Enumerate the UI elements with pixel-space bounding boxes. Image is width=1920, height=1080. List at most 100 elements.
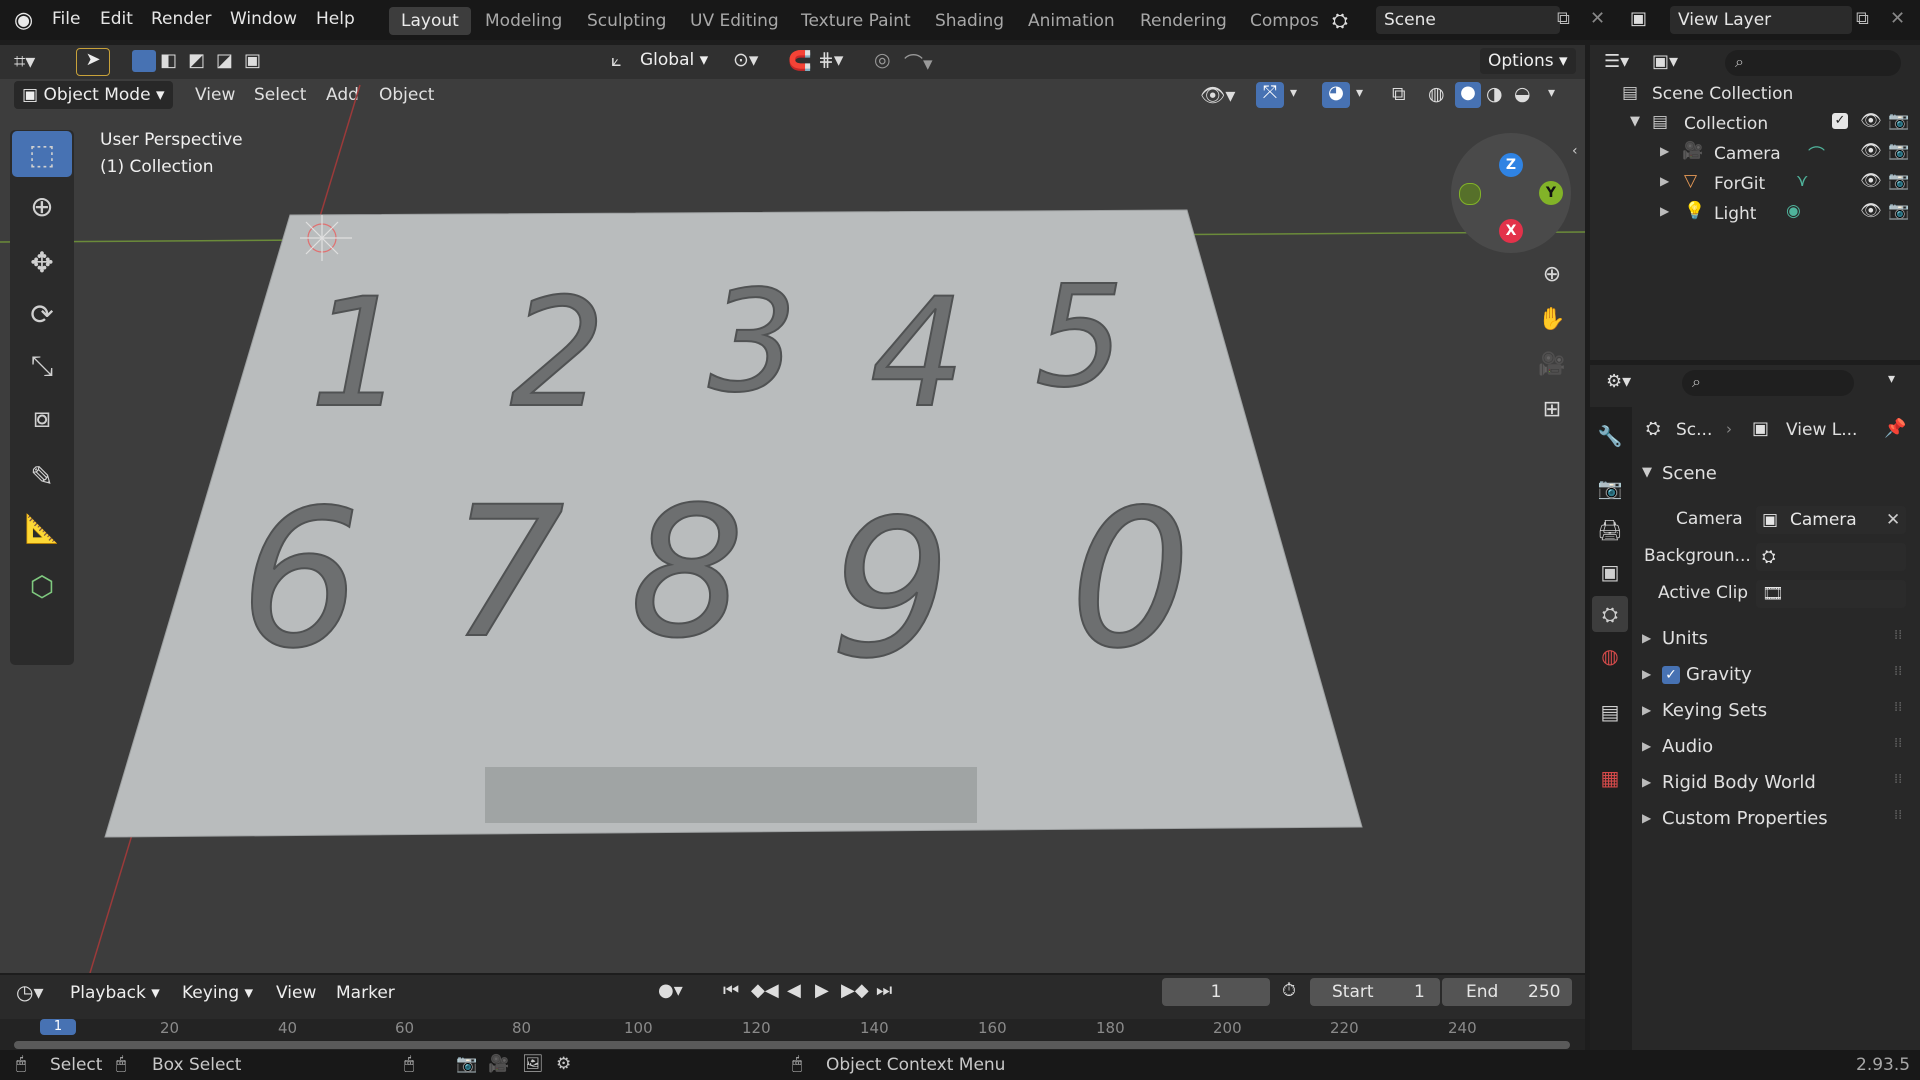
- jump-start-button[interactable]: ⏮: [723, 980, 739, 1001]
- outliner-item-forgit[interactable]: ForGit: [1714, 174, 1765, 194]
- output-tab-icon[interactable]: 🖨: [1592, 512, 1628, 548]
- menu-render[interactable]: Render: [151, 9, 212, 29]
- record-button[interactable]: ●▾: [658, 980, 683, 1001]
- expand-camera-icon[interactable]: ▶: [1660, 144, 1669, 158]
- start-frame-field[interactable]: Start 1: [1310, 978, 1440, 1006]
- cursor-tool-button[interactable]: ⊕: [12, 183, 72, 229]
- keying-sets-expand-icon[interactable]: ▶: [1642, 703, 1651, 717]
- timeline-editor-type-icon[interactable]: ◷▾: [16, 980, 44, 1004]
- tab-sculpting[interactable]: Sculpting: [575, 7, 678, 35]
- tab-uv-editing[interactable]: UV Editing: [678, 7, 791, 35]
- outliner-editor-type-icon[interactable]: ☰▾: [1604, 51, 1629, 72]
- play-reverse-button[interactable]: ◀: [787, 980, 801, 1001]
- rigid-body-drag-handle-icon[interactable]: ⁞⁞: [1894, 772, 1902, 787]
- playhead-frame-badge[interactable]: 1: [40, 1019, 76, 1035]
- camera-property-field[interactable]: ▣ Camera ✕: [1756, 506, 1906, 534]
- expand-light-icon[interactable]: ▶: [1660, 204, 1669, 218]
- gravity-drag-handle-icon[interactable]: ⁞⁞: [1894, 664, 1902, 679]
- custom-props-drag-handle-icon[interactable]: ⁞⁞: [1894, 808, 1902, 823]
- rigid-body-world-section[interactable]: Rigid Body World: [1662, 772, 1816, 793]
- view-layer-icon[interactable]: ▣: [1630, 8, 1647, 29]
- world-tab-icon[interactable]: ◍: [1592, 638, 1628, 674]
- custom-properties-section[interactable]: Custom Properties: [1662, 808, 1828, 829]
- expand-forgit-icon[interactable]: ▶: [1660, 174, 1669, 188]
- expand-collection-icon[interactable]: ▼: [1630, 114, 1640, 129]
- camera-render-icon[interactable]: 📷: [1888, 141, 1909, 161]
- ortho-toggle-button[interactable]: ⊞: [1538, 397, 1566, 425]
- scene-panel-collapse-icon[interactable]: ▼: [1642, 465, 1652, 480]
- gizmo-z-axis[interactable]: Z: [1499, 153, 1523, 177]
- gizmo-neg-y-axis[interactable]: [1459, 183, 1481, 205]
- render-tab-icon[interactable]: 📷: [1592, 470, 1628, 506]
- active-clip-field[interactable]: 🎞: [1756, 580, 1906, 608]
- menu-window[interactable]: Window: [230, 9, 297, 29]
- properties-options-icon[interactable]: ▾: [1888, 371, 1895, 387]
- delete-scene-icon[interactable]: ✕: [1590, 8, 1605, 29]
- new-view-layer-icon[interactable]: ⧉: [1856, 8, 1869, 29]
- tab-shading[interactable]: Shading: [923, 7, 1016, 35]
- collection-tab-icon[interactable]: ▤: [1592, 694, 1628, 730]
- rigid-body-expand-icon[interactable]: ▶: [1642, 775, 1651, 789]
- delete-view-layer-icon[interactable]: ✕: [1890, 8, 1905, 29]
- move-tool-button[interactable]: ✥: [12, 239, 72, 285]
- pin-icon[interactable]: 📌: [1884, 418, 1906, 439]
- outliner-search-input[interactable]: ⌕: [1725, 50, 1901, 76]
- mesh-data-icon[interactable]: ⋎: [1796, 171, 1808, 191]
- keying-sets-drag-handle-icon[interactable]: ⁞⁞: [1894, 700, 1902, 715]
- view-layer-field[interactable]: View Layer: [1670, 6, 1852, 34]
- measure-tool-button[interactable]: 📐: [12, 505, 72, 551]
- display-mode-icon[interactable]: ▣▾: [1652, 51, 1678, 72]
- tool-tab-icon[interactable]: 🔧: [1592, 418, 1628, 454]
- camera-data-icon[interactable]: ⌒: [1808, 141, 1825, 166]
- background-property-field[interactable]: ⛭: [1756, 543, 1906, 571]
- pan-button[interactable]: ✋: [1538, 307, 1566, 335]
- scene-tab-icon[interactable]: ⛭: [1592, 596, 1628, 632]
- timeline-ruler[interactable]: 1 20 40 60 80 100 120 140 160 180 200 22…: [0, 1019, 1585, 1053]
- audio-section[interactable]: Audio: [1662, 736, 1713, 757]
- gizmo-y-axis[interactable]: Y: [1539, 181, 1563, 205]
- gravity-expand-icon[interactable]: ▶: [1642, 667, 1651, 681]
- menu-edit[interactable]: Edit: [100, 9, 133, 29]
- units-drag-handle-icon[interactable]: ⁞⁞: [1894, 628, 1902, 643]
- camera-view-button[interactable]: 🎥: [1538, 352, 1566, 380]
- collection-label[interactable]: Collection: [1684, 114, 1768, 134]
- collection-render-icon[interactable]: 📷: [1888, 111, 1909, 131]
- new-scene-icon[interactable]: ⧉: [1557, 8, 1570, 29]
- properties-editor-type-icon[interactable]: ⚙▾: [1606, 371, 1631, 392]
- light-visibility-icon[interactable]: 👁: [1860, 201, 1882, 221]
- units-expand-icon[interactable]: ▶: [1642, 631, 1651, 645]
- play-button[interactable]: ▶: [815, 980, 829, 1001]
- tab-modeling[interactable]: Modeling: [473, 7, 574, 35]
- tab-layout[interactable]: Layout: [389, 7, 471, 35]
- annotate-tool-button[interactable]: ✎: [12, 453, 72, 499]
- units-section[interactable]: Units: [1662, 628, 1708, 649]
- custom-props-expand-icon[interactable]: ▶: [1642, 811, 1651, 825]
- next-keyframe-button[interactable]: ▶◆: [841, 980, 869, 1001]
- gravity-checkbox[interactable]: ✓: [1662, 666, 1680, 684]
- light-render-icon[interactable]: 📷: [1888, 201, 1909, 221]
- timeline-scrollbar[interactable]: [14, 1041, 1570, 1049]
- zoom-button[interactable]: ⊕: [1538, 262, 1566, 290]
- current-frame-field[interactable]: 1: [1162, 978, 1270, 1006]
- texture-tab-icon[interactable]: ▦: [1592, 760, 1628, 796]
- gizmo-x-axis[interactable]: X: [1499, 219, 1523, 243]
- tab-rendering[interactable]: Rendering: [1128, 7, 1239, 35]
- timeline-menu-view[interactable]: View: [276, 983, 316, 1003]
- tab-texture-paint[interactable]: Texture Paint: [789, 7, 923, 35]
- jump-end-button[interactable]: ⏭: [876, 980, 892, 1001]
- breadcrumb-scene[interactable]: Sc...: [1676, 420, 1712, 440]
- light-data-icon[interactable]: ◉: [1786, 201, 1801, 221]
- menu-file[interactable]: File: [52, 9, 80, 29]
- scene-panel-title[interactable]: Scene: [1662, 463, 1717, 484]
- collection-checkbox[interactable]: ✓: [1832, 113, 1848, 129]
- outliner-item-light[interactable]: Light: [1714, 204, 1756, 224]
- keying-sets-section[interactable]: Keying Sets: [1662, 700, 1767, 721]
- audio-drag-handle-icon[interactable]: ⁞⁞: [1894, 736, 1902, 751]
- scene-type-icon[interactable]: ⛭: [1332, 8, 1348, 32]
- add-cube-tool-button[interactable]: ⬡: [12, 563, 72, 609]
- prev-keyframe-button[interactable]: ◆◀: [751, 980, 779, 1001]
- scale-tool-button[interactable]: ⤡: [12, 343, 72, 389]
- audio-expand-icon[interactable]: ▶: [1642, 739, 1651, 753]
- view-layer-tab-icon[interactable]: ▣: [1592, 554, 1628, 590]
- scene-name-field[interactable]: Scene: [1376, 6, 1560, 34]
